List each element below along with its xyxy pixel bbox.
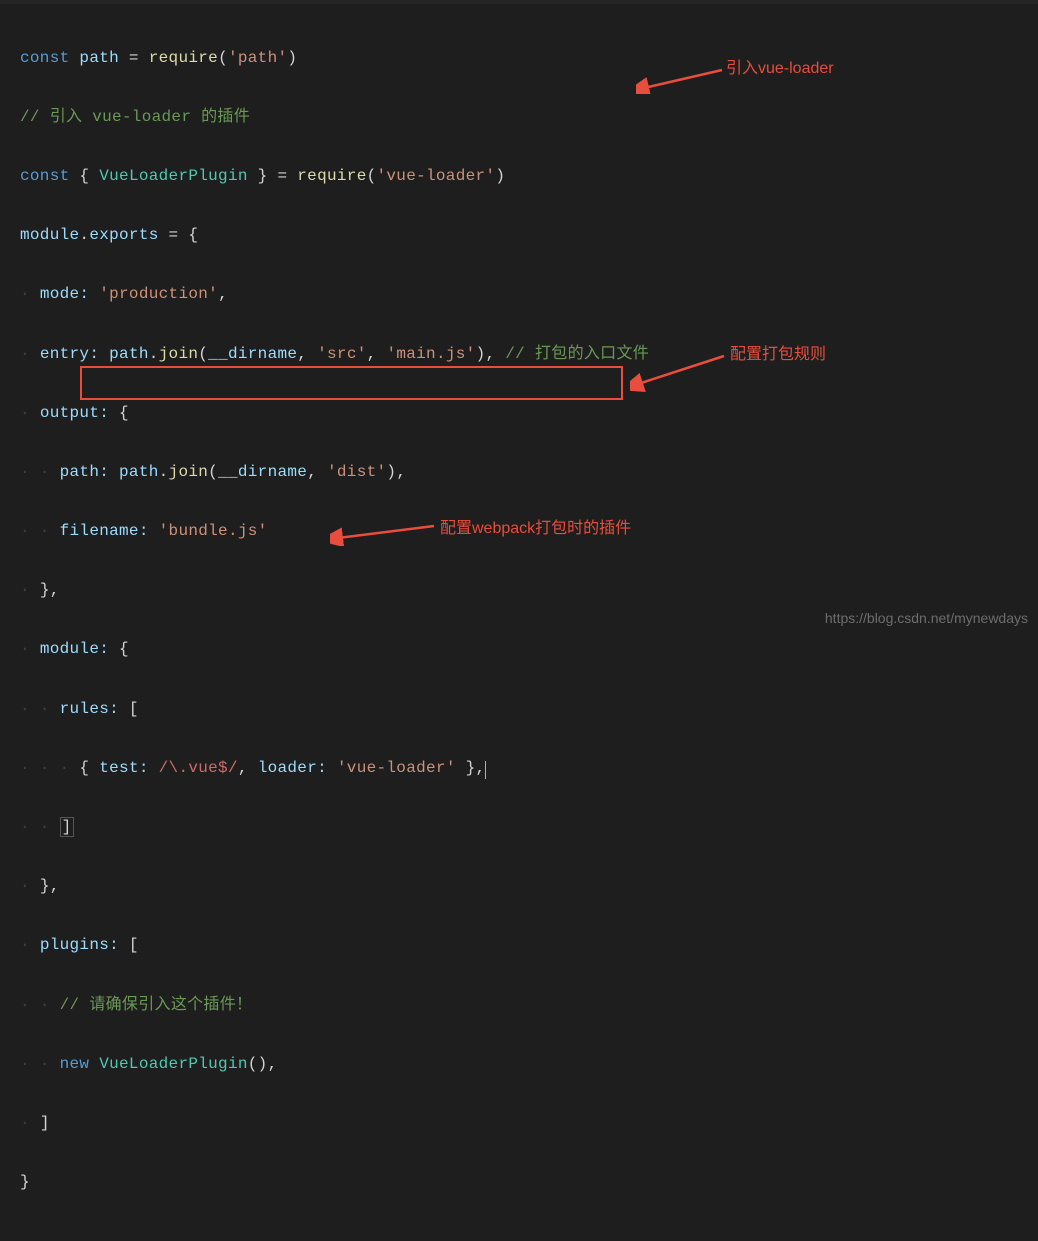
code-line: · · new VueLoaderPlugin(), [20, 1050, 1018, 1080]
code-line: · }, [20, 872, 1018, 902]
annotation-label: 配置webpack打包时的插件 [440, 514, 631, 538]
code-line: · }, [20, 576, 1018, 606]
code-line: · output: { [20, 399, 1018, 429]
code-line: · · // 请确保引入这个插件！ [20, 991, 1018, 1021]
code-line: · mode: 'production', [20, 280, 1018, 310]
watermark: https://blog.csdn.net/mynewdays [825, 610, 1028, 626]
code-line: · module: { [20, 635, 1018, 665]
code-line: · ] [20, 1109, 1018, 1139]
code-line: · · rules: [ [20, 695, 1018, 725]
code-line: · · path: path.join(__dirname, 'dist'), [20, 458, 1018, 488]
code-line: module.exports = { [20, 221, 1018, 251]
breadcrumb-bar [0, 0, 1038, 4]
code-line: · plugins: [ [20, 931, 1018, 961]
code-line: · · ] [20, 813, 1018, 843]
annotation-label: 配置打包规则 [730, 340, 826, 364]
code-line: } [20, 1168, 1018, 1198]
code-line: // 引入 vue-loader 的插件 [20, 103, 1018, 133]
code-line: const { VueLoaderPlugin } = require('vue… [20, 162, 1018, 192]
code-line: · · · { test: /\.vue$/, loader: 'vue-loa… [20, 754, 1018, 784]
code-line: const path = require('path') [20, 44, 1018, 74]
annotation-label: 引入vue-loader [726, 54, 834, 78]
code-line: · entry: path.join(__dirname, 'src', 'ma… [20, 340, 1018, 370]
text-cursor [485, 761, 486, 779]
